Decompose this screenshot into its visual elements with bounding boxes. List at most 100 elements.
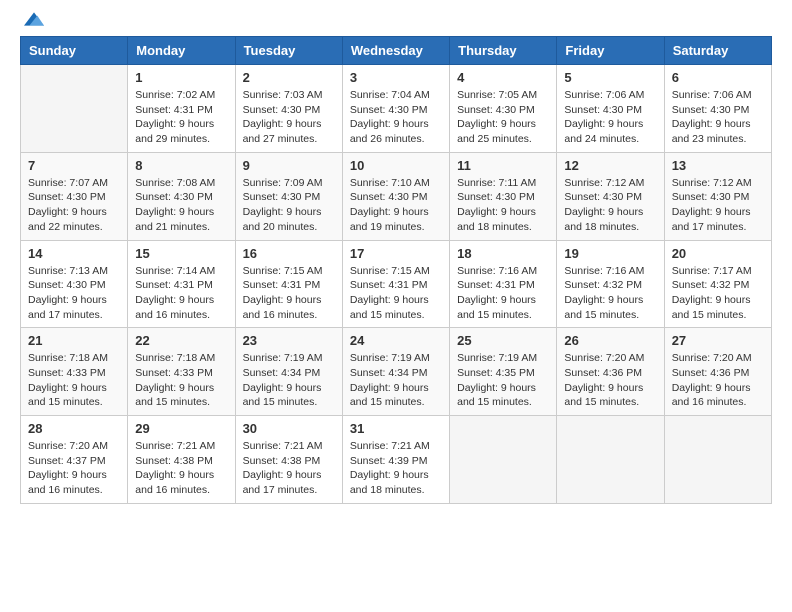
calendar-cell: 26Sunrise: 7:20 AM Sunset: 4:36 PM Dayli… (557, 328, 664, 416)
calendar-cell (21, 65, 128, 153)
day-number: 31 (350, 421, 442, 436)
calendar-cell (557, 416, 664, 504)
calendar-cell: 23 Sunrise: 7:19 AM Sunset: 4:34 PM Dayli… (235, 328, 342, 416)
day-number: 29 (135, 421, 227, 436)
calendar-week-row: 14 Sunrise: 7:13 AM Sunset: 4:30 PM Dayli… (21, 240, 772, 328)
day-info: Sunrise: 7:04 AM Sunset: 4:30 PM Dayligh… (350, 88, 442, 147)
day-number: 7 (28, 158, 120, 173)
day-info: Sunrise: 7:06 AM Sunset: 4:30 PM Dayligh… (672, 88, 764, 147)
calendar-cell: 13 Sunrise: 7:12 AM Sunset: 4:30 PM Dayli… (664, 152, 771, 240)
calendar-cell: 20 Sunrise: 7:17 AM Sunset: 4:32 PM Dayli… (664, 240, 771, 328)
logo (20, 20, 44, 26)
calendar-cell: 28Sunrise: 7:20 AM Sunset: 4:37 PM Dayli… (21, 416, 128, 504)
calendar-cell: 18Sunrise: 7:16 AM Sunset: 4:31 PM Dayli… (450, 240, 557, 328)
day-number: 8 (135, 158, 227, 173)
column-header-tuesday: Tuesday (235, 37, 342, 65)
day-info: Sunrise: 7:21 AM Sunset: 4:38 PM Dayligh… (243, 439, 335, 498)
calendar-week-row: 7 Sunrise: 7:07 AM Sunset: 4:30 PM Daylig… (21, 152, 772, 240)
day-info: Sunrise: 7:13 AM Sunset: 4:30 PM Dayligh… (28, 264, 120, 323)
day-number: 27 (672, 333, 764, 348)
calendar-cell: 5Sunrise: 7:06 AM Sunset: 4:30 PM Daylig… (557, 65, 664, 153)
day-number: 1 (135, 70, 227, 85)
day-number: 15 (135, 246, 227, 261)
day-info: Sunrise: 7:18 AM Sunset: 4:33 PM Dayligh… (28, 351, 120, 410)
calendar-cell (664, 416, 771, 504)
day-number: 23 (243, 333, 335, 348)
calendar-cell: 27 Sunrise: 7:20 AM Sunset: 4:36 PM Dayli… (664, 328, 771, 416)
day-info: Sunrise: 7:12 AM Sunset: 4:30 PM Dayligh… (564, 176, 656, 235)
day-number: 13 (672, 158, 764, 173)
day-number: 26 (564, 333, 656, 348)
calendar-cell: 11 Sunrise: 7:11 AM Sunset: 4:30 PM Dayli… (450, 152, 557, 240)
day-number: 14 (28, 246, 120, 261)
calendar-cell: 15 Sunrise: 7:14 AM Sunset: 4:31 PM Dayli… (128, 240, 235, 328)
day-number: 22 (135, 333, 227, 348)
calendar-header-row: SundayMondayTuesdayWednesdayThursdayFrid… (21, 37, 772, 65)
column-header-monday: Monday (128, 37, 235, 65)
calendar-cell: 19 Sunrise: 7:16 AM Sunset: 4:32 PM Dayli… (557, 240, 664, 328)
day-number: 21 (28, 333, 120, 348)
day-info: Sunrise: 7:15 AM Sunset: 4:31 PM Dayligh… (243, 264, 335, 323)
day-info: Sunrise: 7:19 AM Sunset: 4:34 PM Dayligh… (243, 351, 335, 410)
calendar-cell: 10 Sunrise: 7:10 AM Sunset: 4:30 PM Dayli… (342, 152, 449, 240)
day-number: 25 (457, 333, 549, 348)
day-number: 19 (564, 246, 656, 261)
calendar-cell: 30 Sunrise: 7:21 AM Sunset: 4:38 PM Dayli… (235, 416, 342, 504)
calendar-cell: 7 Sunrise: 7:07 AM Sunset: 4:30 PM Daylig… (21, 152, 128, 240)
column-header-saturday: Saturday (664, 37, 771, 65)
calendar-cell: 6 Sunrise: 7:06 AM Sunset: 4:30 PM Daylig… (664, 65, 771, 153)
day-info: Sunrise: 7:17 AM Sunset: 4:32 PM Dayligh… (672, 264, 764, 323)
calendar-cell: 14 Sunrise: 7:13 AM Sunset: 4:30 PM Dayli… (21, 240, 128, 328)
calendar-cell: 31 Sunrise: 7:21 AM Sunset: 4:39 PM Dayli… (342, 416, 449, 504)
day-number: 9 (243, 158, 335, 173)
day-number: 2 (243, 70, 335, 85)
calendar-cell: 12 Sunrise: 7:12 AM Sunset: 4:30 PM Dayli… (557, 152, 664, 240)
day-number: 17 (350, 246, 442, 261)
day-info: Sunrise: 7:05 AM Sunset: 4:30 PM Dayligh… (457, 88, 549, 147)
day-number: 5 (564, 70, 656, 85)
day-number: 11 (457, 158, 549, 173)
day-info: Sunrise: 7:03 AM Sunset: 4:30 PM Dayligh… (243, 88, 335, 147)
day-info: Sunrise: 7:21 AM Sunset: 4:39 PM Dayligh… (350, 439, 442, 498)
calendar-cell: 8 Sunrise: 7:08 AM Sunset: 4:30 PM Daylig… (128, 152, 235, 240)
day-number: 28 (28, 421, 120, 436)
day-number: 20 (672, 246, 764, 261)
calendar-cell: 16Sunrise: 7:15 AM Sunset: 4:31 PM Dayli… (235, 240, 342, 328)
day-info: Sunrise: 7:07 AM Sunset: 4:30 PM Dayligh… (28, 176, 120, 235)
day-info: Sunrise: 7:11 AM Sunset: 4:30 PM Dayligh… (457, 176, 549, 235)
calendar-cell (450, 416, 557, 504)
calendar-cell: 25 Sunrise: 7:19 AM Sunset: 4:35 PM Dayli… (450, 328, 557, 416)
day-info: Sunrise: 7:08 AM Sunset: 4:30 PM Dayligh… (135, 176, 227, 235)
calendar-cell: 9 Sunrise: 7:09 AM Sunset: 4:30 PM Daylig… (235, 152, 342, 240)
day-info: Sunrise: 7:16 AM Sunset: 4:31 PM Dayligh… (457, 264, 549, 323)
calendar-cell: 1 Sunrise: 7:02 AM Sunset: 4:31 PM Daylig… (128, 65, 235, 153)
day-info: Sunrise: 7:02 AM Sunset: 4:31 PM Dayligh… (135, 88, 227, 147)
calendar-cell: 24Sunrise: 7:19 AM Sunset: 4:34 PM Dayli… (342, 328, 449, 416)
calendar-cell: 3 Sunrise: 7:04 AM Sunset: 4:30 PM Daylig… (342, 65, 449, 153)
day-info: Sunrise: 7:19 AM Sunset: 4:34 PM Dayligh… (350, 351, 442, 410)
calendar-cell: 17 Sunrise: 7:15 AM Sunset: 4:31 PM Dayli… (342, 240, 449, 328)
day-info: Sunrise: 7:16 AM Sunset: 4:32 PM Dayligh… (564, 264, 656, 323)
day-info: Sunrise: 7:19 AM Sunset: 4:35 PM Dayligh… (457, 351, 549, 410)
day-number: 30 (243, 421, 335, 436)
day-number: 4 (457, 70, 549, 85)
page-header (20, 20, 772, 26)
calendar-cell: 29 Sunrise: 7:21 AM Sunset: 4:38 PM Dayli… (128, 416, 235, 504)
column-header-thursday: Thursday (450, 37, 557, 65)
column-header-friday: Friday (557, 37, 664, 65)
day-number: 6 (672, 70, 764, 85)
calendar-week-row: 1 Sunrise: 7:02 AM Sunset: 4:31 PM Daylig… (21, 65, 772, 153)
day-info: Sunrise: 7:15 AM Sunset: 4:31 PM Dayligh… (350, 264, 442, 323)
day-info: Sunrise: 7:09 AM Sunset: 4:30 PM Dayligh… (243, 176, 335, 235)
day-info: Sunrise: 7:12 AM Sunset: 4:30 PM Dayligh… (672, 176, 764, 235)
day-number: 10 (350, 158, 442, 173)
day-info: Sunrise: 7:21 AM Sunset: 4:38 PM Dayligh… (135, 439, 227, 498)
day-info: Sunrise: 7:18 AM Sunset: 4:33 PM Dayligh… (135, 351, 227, 410)
day-number: 3 (350, 70, 442, 85)
day-info: Sunrise: 7:14 AM Sunset: 4:31 PM Dayligh… (135, 264, 227, 323)
calendar-week-row: 21 Sunrise: 7:18 AM Sunset: 4:33 PM Dayli… (21, 328, 772, 416)
day-number: 12 (564, 158, 656, 173)
day-info: Sunrise: 7:20 AM Sunset: 4:36 PM Dayligh… (672, 351, 764, 410)
day-info: Sunrise: 7:10 AM Sunset: 4:30 PM Dayligh… (350, 176, 442, 235)
calendar-cell: 2 Sunrise: 7:03 AM Sunset: 4:30 PM Daylig… (235, 65, 342, 153)
